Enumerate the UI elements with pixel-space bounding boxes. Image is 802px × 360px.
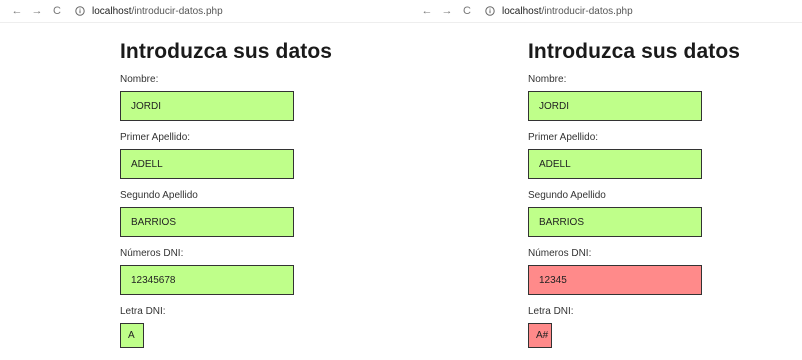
numeros-dni-input[interactable]: 12345 [528, 265, 702, 295]
nombre-label: Nombre: [528, 74, 567, 85]
letra-dni-input[interactable]: A# [528, 323, 552, 348]
nombre-input[interactable]: JORDI [528, 91, 702, 121]
back-arrow-icon[interactable]: ← [420, 4, 434, 18]
info-icon[interactable] [484, 5, 496, 17]
address-bar[interactable]: localhost/introducir-datos.php [502, 6, 633, 17]
browser-pane-right: ← → C localhost/introducir-datos.php Int… [410, 0, 802, 360]
reload-icon[interactable]: C [50, 4, 64, 18]
primer-apellido-input[interactable]: ADELL [528, 149, 702, 179]
page-title: Introduzca sus datos [528, 40, 741, 63]
primer-apellido-label: Primer Apellido: [528, 132, 599, 143]
reload-icon[interactable]: C [460, 4, 474, 18]
browser-toolbar: ← → C localhost/introducir-datos.php [0, 0, 410, 23]
letra-dni-label: Letra DNI: [528, 306, 574, 317]
url-host: localhost [92, 5, 132, 17]
browser-toolbar: ← → C localhost/introducir-datos.php [410, 0, 802, 23]
segundo-apellido-input[interactable]: BARRIOS [528, 207, 702, 237]
numeros-dni-label: Números DNI: [528, 248, 592, 259]
letra-dni-input[interactable]: A [120, 323, 144, 348]
nombre-label: Nombre: [120, 74, 159, 85]
data-form: Introduzca sus datos Nombre: JORDI Prime… [528, 40, 740, 359]
segundo-apellido-label: Segundo Apellido [528, 190, 606, 201]
back-arrow-icon[interactable]: ← [10, 4, 24, 18]
primer-apellido-input[interactable]: ADELL [120, 149, 294, 179]
letra-dni-label: Letra DNI: [120, 306, 166, 317]
primer-apellido-label: Primer Apellido: [120, 132, 191, 143]
page-title: Introduzca sus datos [120, 40, 333, 63]
numeros-dni-input[interactable]: 12345678 [120, 265, 294, 295]
url-path: /introducir-datos.php [541, 5, 633, 17]
browser-pane-left: ← → C localhost/introducir-datos.php Int… [0, 0, 410, 360]
segundo-apellido-input[interactable]: BARRIOS [120, 207, 294, 237]
nombre-input[interactable]: JORDI [120, 91, 294, 121]
numeros-dni-label: Números DNI: [120, 248, 184, 259]
data-form: Introduzca sus datos Nombre: JORDI Prime… [120, 40, 332, 359]
forward-arrow-icon[interactable]: → [30, 4, 44, 18]
url-path: /introducir-datos.php [131, 5, 223, 17]
url-host: localhost [502, 5, 542, 17]
info-icon[interactable] [74, 5, 86, 17]
segundo-apellido-label: Segundo Apellido [120, 190, 198, 201]
address-bar[interactable]: localhost/introducir-datos.php [92, 6, 223, 17]
forward-arrow-icon[interactable]: → [440, 4, 454, 18]
